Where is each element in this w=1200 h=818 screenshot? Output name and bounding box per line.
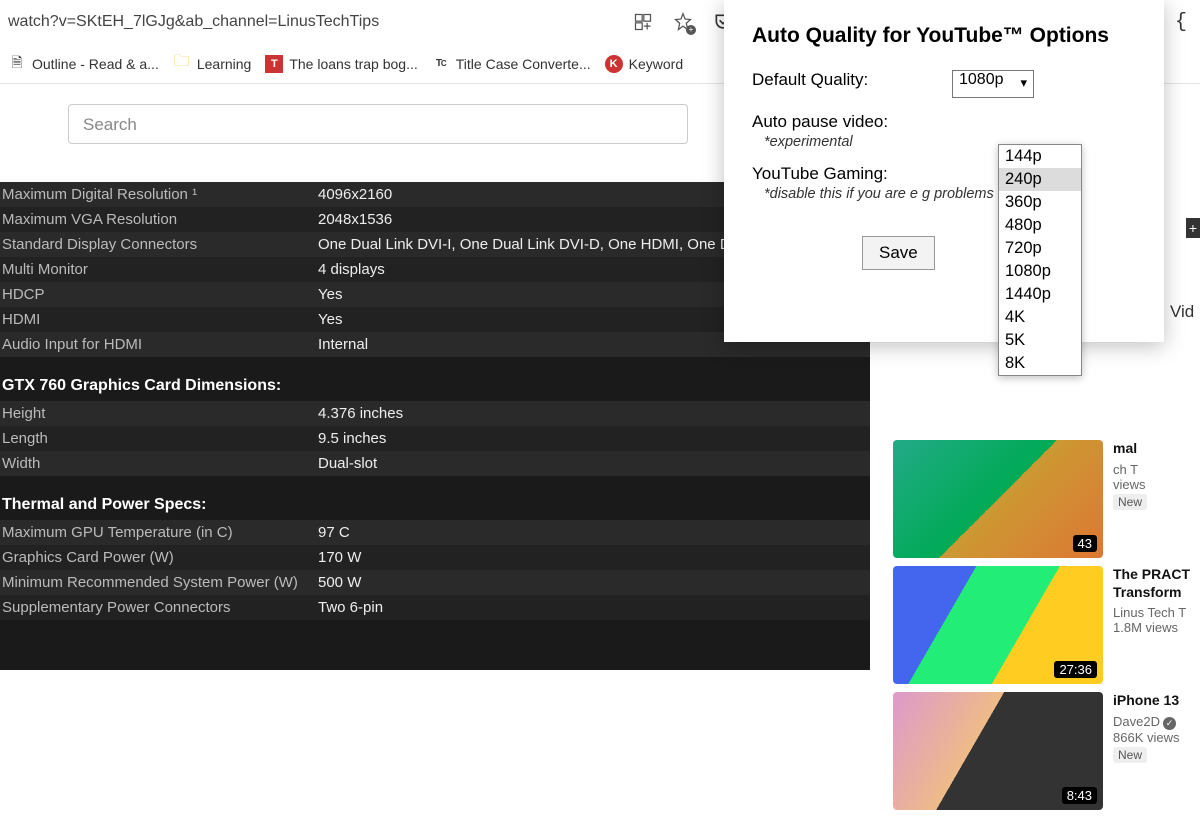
spec-label: Maximum GPU Temperature (in C)	[0, 524, 318, 541]
spec-value: 4 displays	[318, 261, 385, 278]
spec-label: Length	[0, 430, 318, 447]
spec-label: Minimum Recommended System Power (W)	[0, 574, 318, 591]
spec-label: Maximum VGA Resolution	[0, 211, 318, 228]
bookmark-outline[interactable]: 🗎Outline - Read & a...	[8, 55, 159, 73]
quality-option[interactable]: 720p	[999, 237, 1081, 260]
url-text[interactable]: watch?v=SKtEH_7lGJg&ab_channel=LinusTech…	[8, 13, 388, 31]
auto-pause-note: *experimental	[764, 134, 853, 150]
page-icon: 🗎	[8, 55, 26, 73]
view-count: 1.8M views	[1113, 620, 1190, 635]
default-quality-label: Default Quality:	[752, 70, 952, 90]
video-recommendations: 43 mal ch Tviews New 27:36 The PRACTTransform…	[893, 440, 1200, 818]
quality-option[interactable]: 1440p	[999, 283, 1081, 306]
bookmark-keyword[interactable]: KKeyword	[605, 55, 683, 73]
spec-value: Yes	[318, 286, 342, 303]
channel-name: Linus Tech T	[1113, 605, 1190, 620]
recommendation-item[interactable]: 43 mal ch Tviews New	[893, 440, 1200, 558]
spec-value: Yes	[318, 311, 342, 328]
spec-value: Two 6-pin	[318, 599, 383, 616]
quality-option[interactable]: 8K	[999, 352, 1081, 375]
view-count: 866K views	[1113, 730, 1179, 745]
spec-label: HDCP	[0, 286, 318, 303]
video-thumbnail[interactable]: 8:43	[893, 692, 1103, 810]
gaming-label: YouTube Gaming:	[752, 164, 952, 184]
extension-popup: Auto Quality for YouTube™ Options Defaul…	[724, 0, 1164, 342]
bookmark-titlecase[interactable]: TCTitle Case Converte...	[432, 55, 591, 73]
video-duration: 27:36	[1054, 661, 1097, 678]
extensions-icon[interactable]	[632, 11, 654, 33]
video-title: The PRACTTransform	[1113, 566, 1190, 601]
quality-option[interactable]: 360p	[999, 191, 1081, 214]
spec-value: Internal	[318, 336, 368, 353]
spec-label: Height	[0, 405, 318, 422]
spec-label: Multi Monitor	[0, 261, 318, 278]
recommendation-item[interactable]: 8:43 iPhone 13 Dave2D✓866K views New	[893, 692, 1200, 810]
spec-value: 500 W	[318, 574, 361, 591]
channel-name: Dave2D✓	[1113, 714, 1179, 730]
devtools-icon[interactable]: {	[1170, 11, 1192, 33]
spec-row: Supplementary Power ConnectorsTwo 6-pin	[0, 595, 870, 620]
spec-label: Width	[0, 455, 318, 472]
spec-label: Maximum Digital Resolution ¹	[0, 186, 318, 203]
spec-value: 4.376 inches	[318, 405, 403, 422]
spec-value: 9.5 inches	[318, 430, 386, 447]
section-thermal: Thermal and Power Specs:	[0, 476, 870, 520]
spec-value: 170 W	[318, 549, 361, 566]
spec-row: WidthDual-slot	[0, 451, 870, 476]
save-button[interactable]: Save	[862, 236, 935, 270]
default-quality-select[interactable]: 1080p	[952, 70, 1034, 98]
folder-icon: 🗀	[173, 55, 191, 73]
video-duration: 43	[1073, 535, 1097, 552]
spec-row: Minimum Recommended System Power (W)500 …	[0, 570, 870, 595]
spec-row: Graphics Card Power (W)170 W	[0, 545, 870, 570]
quality-option[interactable]: 240p	[999, 168, 1081, 191]
spec-label: Audio Input for HDMI	[0, 336, 318, 353]
new-badge: New	[1113, 747, 1147, 763]
video-meta: The PRACTTransform Linus Tech T1.8M views	[1113, 566, 1190, 684]
verified-icon: ✓	[1163, 717, 1176, 730]
spec-label: Graphics Card Power (W)	[0, 549, 318, 566]
spec-row: Height4.376 inches	[0, 401, 870, 426]
quality-option[interactable]: 1080p	[999, 260, 1081, 283]
spec-label: Standard Display Connectors	[0, 236, 318, 253]
popup-title: Auto Quality for YouTube™ Options	[752, 24, 1136, 48]
spec-label: HDMI	[0, 311, 318, 328]
video-title: mal	[1113, 440, 1147, 458]
bookmark-loans[interactable]: TThe loans trap bog...	[265, 55, 417, 73]
spec-value: Dual-slot	[318, 455, 377, 472]
video-meta: mal ch Tviews New	[1113, 440, 1147, 558]
spec-value: 97 C	[318, 524, 350, 541]
quality-options-list[interactable]: 144p240p360p480p720p1080p1440p4K5K8K	[998, 144, 1082, 376]
k-icon: K	[605, 55, 623, 73]
t-icon: T	[265, 55, 283, 73]
favorite-icon[interactable]: +	[672, 11, 694, 33]
gaming-note: *disable this if you are e g problems	[764, 186, 994, 202]
search-input[interactable]: Search	[68, 104, 688, 144]
video-duration: 8:43	[1062, 787, 1097, 804]
recommendation-item[interactable]: 27:36 The PRACTTransform Linus Tech T1.8M …	[893, 566, 1200, 684]
quality-option[interactable]: 4K	[999, 306, 1081, 329]
video-thumbnail[interactable]: 27:36	[893, 566, 1103, 684]
video-title: iPhone 13	[1113, 692, 1179, 710]
quality-option[interactable]: 480p	[999, 214, 1081, 237]
spec-value: 4096x2160	[318, 186, 392, 203]
quality-option[interactable]: 5K	[999, 329, 1081, 352]
spec-label: Supplementary Power Connectors	[0, 599, 318, 616]
spec-value: 2048x1536	[318, 211, 392, 228]
spec-value: One Dual Link DVI-I, One Dual Link DVI-D…	[318, 236, 753, 253]
new-badge: New	[1113, 494, 1147, 510]
section-dimensions: GTX 760 Graphics Card Dimensions:	[0, 357, 870, 401]
spec-row: Maximum GPU Temperature (in C)97 C	[0, 520, 870, 545]
quality-option[interactable]: 144p	[999, 145, 1081, 168]
bookmark-learning[interactable]: 🗀Learning	[173, 55, 252, 73]
view-count: views	[1113, 477, 1147, 492]
spec-row: Length9.5 inches	[0, 426, 870, 451]
video-meta: iPhone 13 Dave2D✓866K views New	[1113, 692, 1179, 810]
video-thumbnail[interactable]: 43	[893, 440, 1103, 558]
tc-icon: TC	[432, 55, 450, 73]
channel-name: ch T	[1113, 462, 1147, 477]
auto-pause-label: Auto pause video:	[752, 112, 952, 132]
